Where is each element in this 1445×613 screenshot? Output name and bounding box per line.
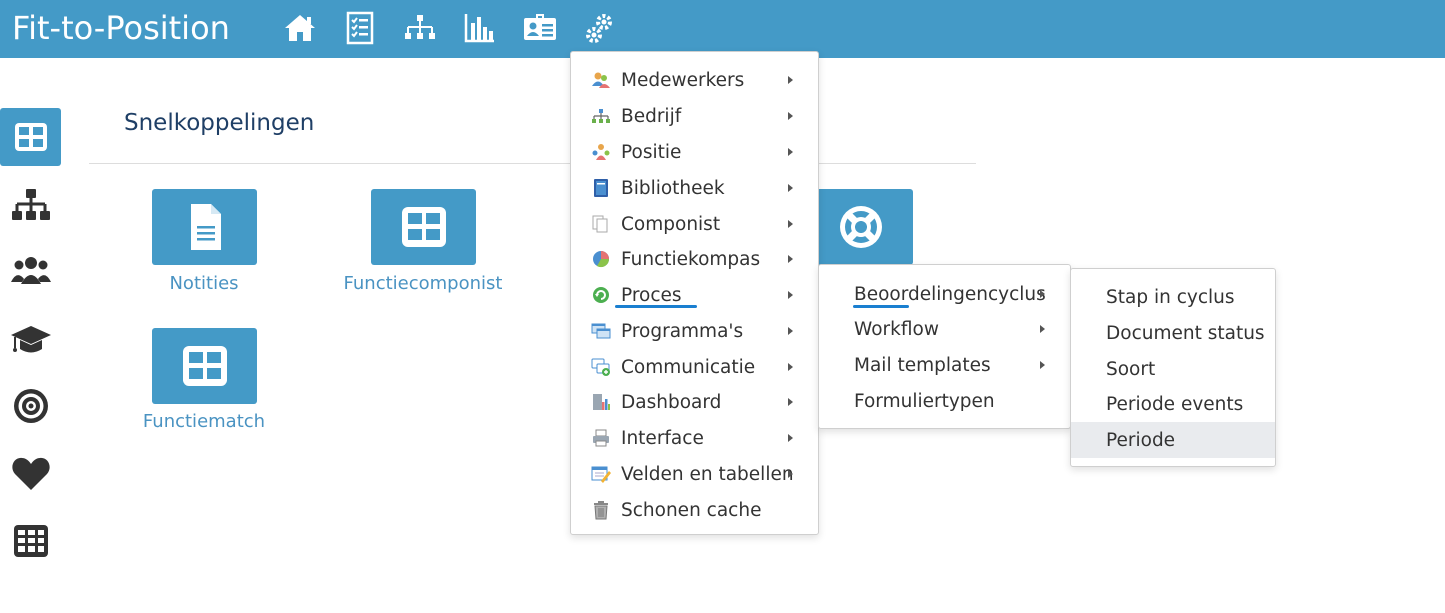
menu-item-mail-templates[interactable]: Mail templates — [819, 347, 1070, 383]
menu-item-bedrijf[interactable]: Bedrijf — [571, 98, 818, 134]
edit-table-icon — [591, 466, 611, 483]
org-chart-icon[interactable] — [402, 10, 438, 46]
chevron-right-icon — [788, 434, 793, 442]
top-navigation-bar: Fit-to-Position — [0, 0, 1445, 58]
sidebar-item-favorites[interactable] — [0, 445, 61, 503]
document-icon — [190, 204, 221, 250]
people-icon — [592, 72, 610, 88]
menu-item-formuliertypen[interactable]: Formuliertypen — [819, 383, 1070, 419]
chevron-right-icon — [788, 148, 793, 156]
chevron-right-icon — [788, 112, 793, 120]
chevron-right-icon — [788, 327, 793, 335]
tile-functiecomponist[interactable] — [371, 189, 476, 265]
sidebar-item-tables[interactable] — [0, 512, 61, 570]
sidebar-item-dashboard[interactable] — [0, 108, 61, 166]
dashboard-icon — [593, 394, 610, 410]
tile-label-functiematch[interactable]: Functiematch — [104, 411, 304, 432]
sidebar-item-organisation[interactable] — [0, 176, 61, 234]
windows-icon — [591, 323, 611, 339]
gears-icon[interactable] — [582, 10, 618, 46]
chevron-right-icon — [788, 291, 793, 299]
menu-item-medewerkers[interactable]: Medewerkers — [571, 62, 818, 98]
sidebar-item-goals[interactable] — [0, 377, 61, 435]
chevron-right-icon — [788, 398, 793, 406]
settings-dropdown-menu: Medewerkers Bedrijf Positie Bibliotheek … — [570, 51, 819, 535]
grid-icon — [14, 123, 47, 151]
home-icon[interactable] — [282, 10, 318, 46]
documents-icon — [592, 215, 608, 233]
org-chart-icon — [11, 189, 50, 220]
chevron-right-icon — [1040, 290, 1045, 298]
chevron-right-icon — [788, 184, 793, 192]
menu-item-bibliotheek[interactable]: Bibliotheek — [571, 170, 818, 206]
sidebar-item-education[interactable] — [0, 310, 61, 368]
users-icon — [10, 257, 51, 284]
book-icon — [594, 179, 608, 197]
menu-item-programmas[interactable]: Programma's — [571, 313, 818, 349]
tile-help[interactable] — [808, 189, 913, 265]
menu-item-soort[interactable]: Soort — [1071, 351, 1275, 387]
beoordelingencyclus-submenu: Stap in cyclus Document status Soort Per… — [1070, 268, 1276, 467]
graduation-cap-icon — [10, 326, 51, 353]
chevron-right-icon — [788, 220, 793, 228]
page-title: Snelkoppelingen — [124, 110, 315, 136]
chevron-right-icon — [788, 470, 793, 478]
sidebar-item-team[interactable] — [0, 242, 61, 300]
trash-icon — [594, 501, 608, 520]
tile-label-functiecomponist[interactable]: Functiecomponist — [323, 273, 523, 294]
chat-icon — [591, 358, 610, 376]
proces-submenu: Beoordelingencyclus Workflow Mail templa… — [818, 264, 1071, 429]
menu-item-positie[interactable]: Positie — [571, 134, 818, 170]
chevron-right-icon — [1040, 361, 1045, 369]
id-card-icon[interactable] — [522, 10, 558, 46]
menu-item-workflow[interactable]: Workflow — [819, 311, 1070, 347]
refresh-icon — [593, 287, 609, 303]
chevron-right-icon — [788, 255, 793, 263]
menu-item-document-status[interactable]: Document status — [1071, 315, 1275, 351]
menu-item-interface[interactable]: Interface — [571, 420, 818, 456]
chevron-right-icon — [788, 363, 793, 371]
target-icon — [13, 389, 48, 423]
grid-icon — [182, 346, 227, 386]
org-chart-icon — [592, 109, 610, 123]
heart-icon — [11, 457, 50, 490]
checklist-icon[interactable] — [342, 10, 378, 46]
menu-item-stap-in-cyclus[interactable]: Stap in cyclus — [1071, 279, 1275, 315]
grid-icon — [401, 207, 446, 247]
pie-icon — [593, 251, 610, 268]
divider — [89, 163, 976, 164]
menu-item-periode-events[interactable]: Periode events — [1071, 386, 1275, 422]
chevron-right-icon — [1040, 325, 1045, 333]
tile-functiematch[interactable] — [152, 328, 257, 404]
menu-item-dashboard[interactable]: Dashboard — [571, 384, 818, 420]
menu-item-communicatie[interactable]: Communicatie — [571, 349, 818, 385]
app-title[interactable]: Fit-to-Position — [12, 9, 230, 47]
lifebuoy-icon — [839, 206, 882, 248]
bar-chart-icon[interactable] — [462, 10, 498, 46]
table-icon — [13, 525, 48, 557]
chevron-right-icon — [788, 76, 793, 84]
menu-item-periode[interactable]: Periode — [1071, 422, 1275, 458]
menu-item-functiekompas[interactable]: Functiekompas — [571, 241, 818, 277]
menu-item-velden-en-tabellen[interactable]: Velden en tabellen — [571, 456, 818, 492]
menu-item-schonen-cache[interactable]: Schonen cache — [571, 492, 818, 528]
annotation-underline-proces — [615, 305, 697, 308]
annotation-underline-beoordelingencyclus — [853, 305, 909, 308]
menu-item-componist[interactable]: Componist — [571, 206, 818, 242]
printer-icon — [593, 429, 609, 447]
tile-notities[interactable] — [152, 189, 257, 265]
positions-icon — [592, 144, 610, 160]
tile-label-notities[interactable]: Notities — [104, 273, 304, 294]
